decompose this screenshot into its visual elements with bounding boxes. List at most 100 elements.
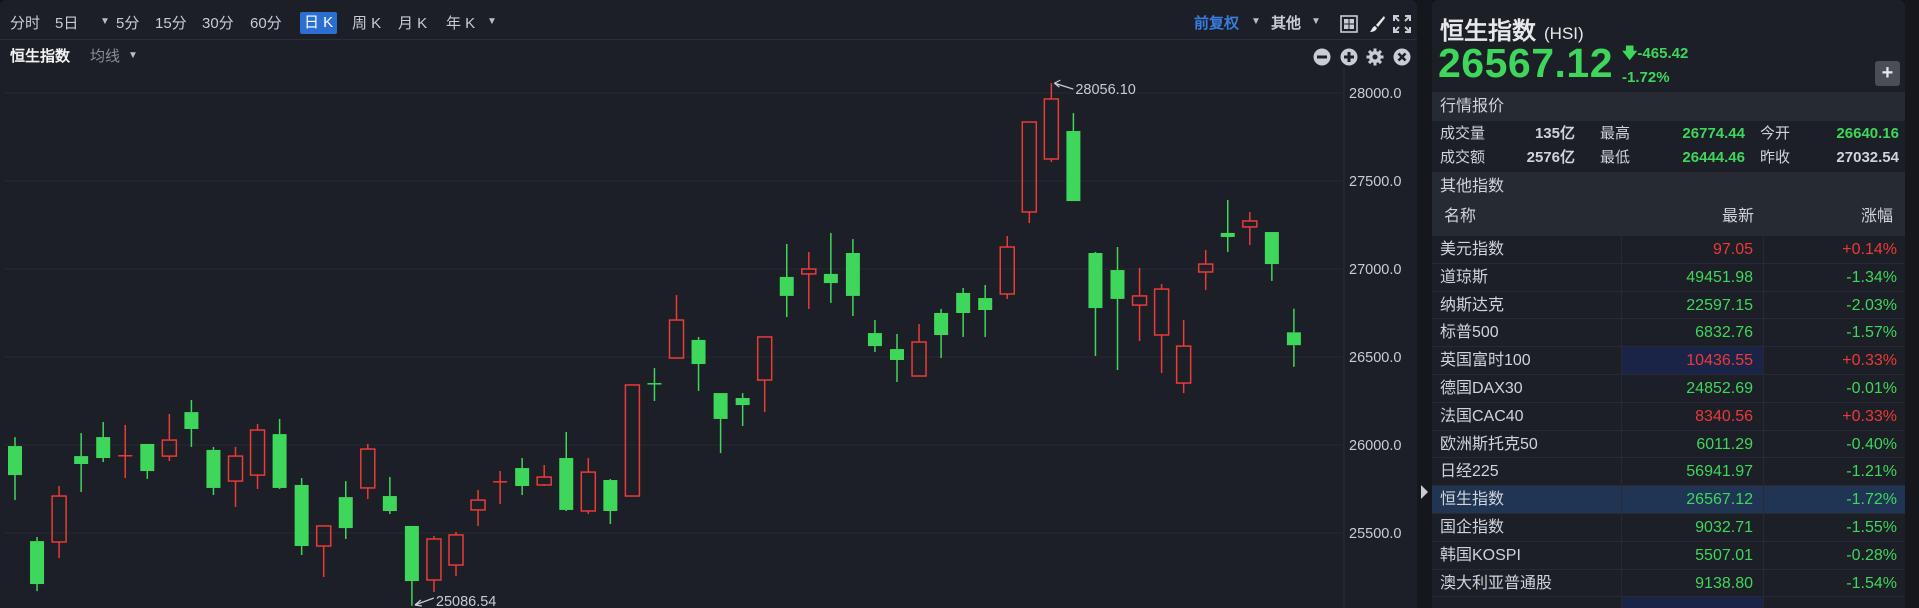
- candle[interactable]: [382, 477, 397, 514]
- period-monthly[interactable]: 月 K: [398, 13, 427, 35]
- candle[interactable]: [1286, 308, 1301, 367]
- candle[interactable]: [206, 446, 221, 495]
- candle[interactable]: [713, 393, 728, 454]
- candle[interactable]: [51, 486, 67, 558]
- index-row[interactable]: 纳斯达克 22597.15 -2.03%: [1432, 290, 1905, 319]
- period-5min[interactable]: 5分: [116, 13, 139, 35]
- candle[interactable]: [118, 424, 133, 479]
- col-name[interactable]: 名称: [1444, 198, 1476, 235]
- candle[interactable]: [338, 481, 353, 539]
- candle[interactable]: [1220, 200, 1235, 252]
- index-row[interactable]: 日经225 56941.97 -1.21%: [1432, 457, 1905, 486]
- index-row[interactable]: 澳大利亚普通股 9138.80 -1.54%: [1432, 568, 1905, 597]
- index-row[interactable]: 法国CAC40 8340.56 +0.33%: [1432, 401, 1905, 430]
- adjust-dropdown[interactable]: 前复权: [1194, 13, 1239, 35]
- candle[interactable]: [448, 531, 464, 576]
- candle[interactable]: [1153, 283, 1170, 374]
- candle[interactable]: [823, 232, 838, 303]
- candle[interactable]: [493, 471, 508, 504]
- candle[interactable]: [559, 431, 574, 511]
- candle[interactable]: [404, 525, 419, 606]
- candle[interactable]: [184, 399, 199, 447]
- candle[interactable]: [801, 251, 817, 309]
- candle[interactable]: [515, 458, 530, 495]
- period-yearly[interactable]: 年 K: [446, 13, 475, 35]
- fullscreen-icon[interactable]: [1393, 15, 1411, 33]
- candle[interactable]: [536, 465, 552, 487]
- close-icon[interactable]: [1393, 48, 1411, 66]
- index-row[interactable]: 标普500 6832.76 -1.57%: [1432, 318, 1905, 347]
- zoom-in-icon[interactable]: [1340, 48, 1358, 66]
- index-row[interactable]: 韩国KOSPI 5507.01 -0.28%: [1432, 540, 1905, 569]
- candle[interactable]: [161, 414, 178, 462]
- candle[interactable]: [315, 525, 332, 577]
- candle[interactable]: [30, 537, 45, 592]
- candle[interactable]: [867, 320, 882, 353]
- panel-splitter[interactable]: [1417, 0, 1432, 608]
- period-15min[interactable]: 15分: [155, 13, 187, 35]
- candle[interactable]: [294, 478, 309, 555]
- candle[interactable]: [74, 433, 89, 492]
- candle[interactable]: [8, 437, 22, 501]
- chevron-down-icon[interactable]: ▼: [1251, 16, 1261, 27]
- candle[interactable]: [580, 458, 597, 514]
- chevron-down-icon[interactable]: ▼: [100, 16, 110, 27]
- candle[interactable]: [1110, 247, 1125, 371]
- candle[interactable]: [227, 446, 244, 507]
- col-pct[interactable]: 涨幅: [1861, 198, 1893, 235]
- chevron-down-icon[interactable]: ▼: [128, 50, 138, 61]
- candle[interactable]: [1021, 121, 1038, 224]
- candle[interactable]: [1088, 251, 1103, 356]
- other-dropdown[interactable]: 其他: [1271, 13, 1301, 35]
- candle[interactable]: [140, 443, 155, 479]
- index-row[interactable]: 美元指数 97.05 +0.14%: [1432, 235, 1905, 263]
- index-row[interactable]: 道琼斯 49451.98 -1.34%: [1432, 262, 1905, 291]
- candlestick-chart[interactable]: 28000.0 27500.0 27000.0 26500.0 26000.0 25500…: [0, 0, 1417, 608]
- candle[interactable]: [96, 421, 111, 463]
- scrollbar[interactable]: [1905, 0, 1919, 608]
- candle[interactable]: [426, 535, 442, 592]
- candle[interactable]: [779, 244, 794, 318]
- candle[interactable]: [890, 333, 904, 382]
- candle[interactable]: [978, 285, 993, 337]
- layout-grid-icon[interactable]: [1340, 15, 1358, 33]
- candle[interactable]: [1197, 249, 1214, 290]
- index-row-partial[interactable]: [1432, 596, 1905, 608]
- candle[interactable]: [624, 384, 641, 497]
- index-row[interactable]: 欧洲斯托克50 6011.29 -0.40%: [1432, 429, 1905, 458]
- period-5day[interactable]: 5日: [55, 13, 78, 35]
- brush-icon[interactable]: [1368, 15, 1386, 33]
- candle[interactable]: [735, 393, 750, 426]
- candle[interactable]: [360, 443, 376, 500]
- candle[interactable]: [470, 490, 486, 526]
- candle[interactable]: [603, 478, 618, 525]
- period-daily[interactable]: 日 K: [300, 12, 338, 34]
- candle[interactable]: [647, 368, 662, 401]
- index-row[interactable]: 国企指数 9032.71 -1.55%: [1432, 513, 1905, 541]
- candle[interactable]: [249, 424, 266, 489]
- gear-icon[interactable]: [1366, 48, 1384, 66]
- chevron-down-icon[interactable]: ▼: [487, 16, 497, 27]
- candle[interactable]: [668, 295, 685, 359]
- candle[interactable]: [1131, 267, 1148, 341]
- candle[interactable]: [1043, 83, 1060, 162]
- candle[interactable]: [956, 288, 971, 337]
- candle[interactable]: [1264, 232, 1279, 281]
- period-weekly[interactable]: 周 K: [352, 13, 381, 35]
- index-row[interactable]: 英国富时100 10436.55 +0.33%: [1432, 346, 1905, 375]
- index-row[interactable]: 德国DAX30 24852.69 -0.01%: [1432, 374, 1905, 402]
- candle[interactable]: [272, 418, 287, 489]
- candle[interactable]: [911, 324, 927, 377]
- collapse-arrow-icon[interactable]: [1421, 485, 1428, 499]
- col-last[interactable]: 最新: [1621, 198, 1764, 235]
- period-60min[interactable]: 60分: [250, 13, 282, 35]
- index-row[interactable]: 恒生指数 26567.12 -1.72%: [1432, 485, 1905, 514]
- chevron-down-icon[interactable]: ▼: [1311, 16, 1321, 27]
- candle[interactable]: [1066, 113, 1081, 202]
- period-30min[interactable]: 30分: [202, 13, 234, 35]
- candle[interactable]: [756, 336, 773, 413]
- candle[interactable]: [691, 336, 706, 391]
- candle[interactable]: [1242, 211, 1258, 246]
- ma-dropdown[interactable]: 均线: [90, 46, 120, 68]
- candle[interactable]: [934, 308, 949, 359]
